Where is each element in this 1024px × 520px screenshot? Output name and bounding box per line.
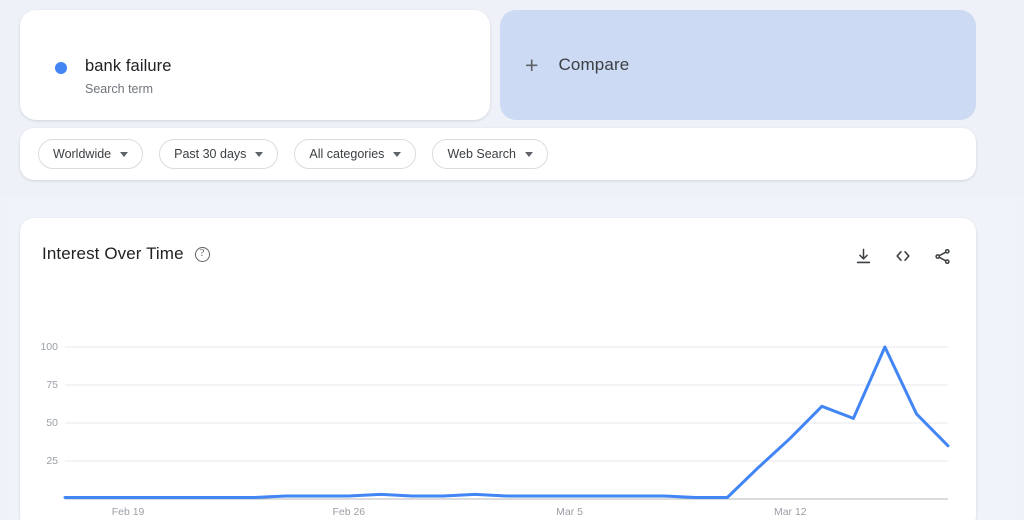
chart-x-tick-label: Feb 19 [111,506,145,518]
chart-y-tick-label: 100 [40,341,58,353]
chart-x-tick-label: Mar 12 [773,506,807,518]
filter-chip-timerange[interactable]: Past 30 days [159,139,279,169]
chart-y-tick-label: 50 [46,417,58,429]
chart-y-tick-label: 75 [46,379,58,391]
search-term-sublabel: Search term [85,82,154,96]
interest-over-time-plot [63,345,950,500]
filter-chip-location-label: Worldwide [53,147,112,161]
chart-x-tick-label: Mar 5 [556,506,583,518]
search-term-card[interactable]: bank failure Search term [20,10,490,120]
series-color-dot [55,62,67,74]
chart-y-tick-label: 25 [46,455,58,467]
filter-chip-searchtype[interactable]: Web Search [432,139,548,169]
search-term-text: bank failure Search term [85,56,172,97]
compare-label: Compare [558,55,630,74]
compare-button[interactable]: + Compare [500,10,976,120]
filter-chip-searchtype-label: Web Search [447,147,516,161]
plus-icon: + [525,51,539,78]
filter-chip-category[interactable]: All categories [294,139,417,169]
search-term-label: bank failure [85,57,172,75]
interest-over-time-card: Interest Over Time ? 25 50 75 100 Feb 19 Feb… [20,218,976,520]
chevron-down-icon [255,151,264,157]
chevron-down-icon [525,151,533,157]
chart-series-line [63,345,950,499]
filter-bar: Worldwide Past 30 days All categories We… [20,128,976,180]
chart-x-tick-label: Feb 26 [332,506,366,518]
chart-gridlines [65,346,948,462]
filter-chip-timerange-label: Past 30 days [174,147,247,161]
filter-chip-category-label: All categories [309,147,385,161]
chevron-down-icon [120,151,129,157]
filter-chip-location[interactable]: Worldwide [38,139,144,169]
chevron-down-icon [393,151,402,157]
